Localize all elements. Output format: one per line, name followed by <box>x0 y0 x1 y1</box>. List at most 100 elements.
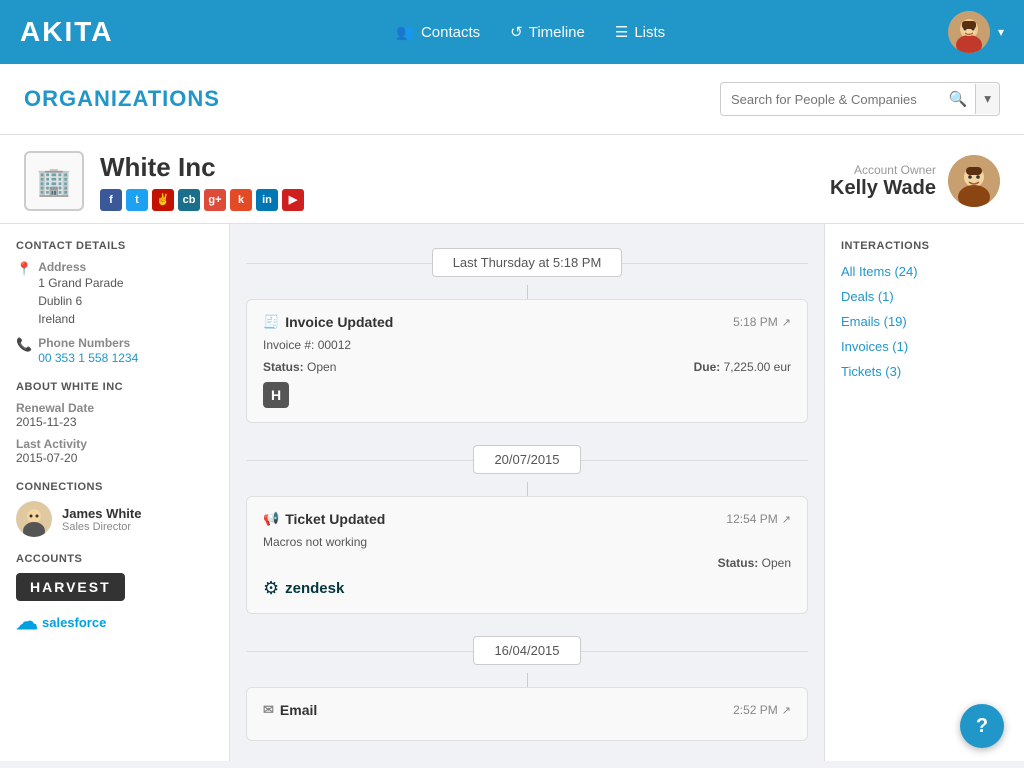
facebook-icon[interactable]: f <box>100 189 122 211</box>
all-items-link[interactable]: All Items (24) <box>841 264 1008 279</box>
timeline-date-2: 20/07/2015 <box>246 445 808 474</box>
nav-links: 👥 Contacts ↺ Timeline ☰ Lists <box>396 23 665 41</box>
googleplus-icon[interactable]: g+ <box>204 189 226 211</box>
invoice-number: Invoice #: 00012 <box>263 338 791 352</box>
interactions-title: INTERACTIONS <box>841 240 1008 252</box>
address-line2: Dublin 6 <box>38 292 123 310</box>
emails-link[interactable]: Emails (19) <box>841 314 1008 329</box>
location-icon: 📍 <box>16 261 32 277</box>
ticket-card-title: 📢 Ticket Updated <box>263 511 385 527</box>
nav-timeline[interactable]: ↺ Timeline <box>510 23 585 41</box>
salesforce-account: ☁ salesforce <box>16 609 213 635</box>
timeline-date-1: Last Thursday at 5:18 PM <box>246 248 808 277</box>
email-icon: ✉ <box>263 702 274 718</box>
ticket-description: Macros not working <box>263 535 791 549</box>
harvest-badge[interactable]: HARVEST <box>16 573 125 601</box>
email-external-link-icon[interactable]: ↗ <box>782 704 791 717</box>
last-activity-label: Last Activity <box>16 437 213 451</box>
invoice-card-header: 🧾 Invoice Updated 5:18 PM ↗ <box>263 314 791 330</box>
connection-avatar <box>16 501 52 537</box>
timeline-area: Last Thursday at 5:18 PM 🧾 Invoice Updat… <box>230 224 824 761</box>
renewal-date-value: 2015-11-23 <box>16 415 213 429</box>
twitter-icon[interactable]: t <box>126 189 148 211</box>
timeline-date-3: 16/04/2015 <box>246 636 808 665</box>
phone-label: Phone Numbers <box>38 336 138 350</box>
harvest-account: HARVEST <box>16 573 213 601</box>
lists-icon: ☰ <box>615 23 628 41</box>
deals-link[interactable]: Deals (1) <box>841 289 1008 304</box>
invoice-card-footer: Status: Open Due: 7,225.00 eur <box>263 360 791 374</box>
youtube-icon[interactable]: ▶ <box>282 189 304 211</box>
renewal-date-label: Renewal Date <box>16 401 213 415</box>
address-line1: 1 Grand Parade <box>38 274 123 292</box>
tickets-link[interactable]: Tickets (3) <box>841 364 1008 379</box>
logo[interactable]: AKITA <box>20 16 113 48</box>
help-button[interactable]: ? <box>960 704 1004 748</box>
connection-title-label: Sales Director <box>62 521 141 533</box>
email-card-time: 2:52 PM ↗ <box>733 703 791 717</box>
account-owner-section: Account Owner Kelly Wade <box>830 155 1000 207</box>
invoice-card-title: 🧾 Invoice Updated <box>263 314 393 330</box>
search-button[interactable]: 🔍 <box>941 83 976 115</box>
user-dropdown-icon[interactable]: ▾ <box>998 25 1004 39</box>
phone-number[interactable]: 00 353 1 558 1234 <box>38 351 138 365</box>
invoice-card-time: 5:18 PM ↗ <box>733 315 791 329</box>
ticket-card-time: 12:54 PM ↗ <box>726 512 791 526</box>
email-card-header: ✉ Email 2:52 PM ↗ <box>263 702 791 718</box>
date-badge-2: 20/07/2015 <box>473 445 580 474</box>
last-activity-row: Last Activity 2015-07-20 <box>16 437 213 465</box>
last-activity-value: 2015-07-20 <box>16 451 213 465</box>
nav-right: ▾ <box>948 11 1004 53</box>
ticket-card-header: 📢 Ticket Updated 12:54 PM ↗ <box>263 511 791 527</box>
company-header: 🏢 White Inc f t ✌ cb g+ k in ▶ Account O… <box>0 135 1024 224</box>
company-info: 🏢 White Inc f t ✌ cb g+ k in ▶ <box>24 151 304 211</box>
search-input[interactable] <box>721 85 941 114</box>
top-navigation: AKITA 👥 Contacts ↺ Timeline ☰ Lists <box>0 0 1024 64</box>
account-owner-name: Kelly Wade <box>830 177 936 200</box>
address-row: 📍 Address 1 Grand Parade Dublin 6 Irelan… <box>16 260 213 328</box>
page-title: ORGANIZATIONS <box>24 86 220 112</box>
ticket-status: Status: Open <box>263 555 791 570</box>
accounts-title: ACCOUNTS <box>16 553 213 565</box>
zendesk-logo: ⚙ zendesk <box>263 578 791 599</box>
salesforce-logo[interactable]: ☁ salesforce <box>16 609 213 635</box>
address-line3: Ireland <box>38 310 123 328</box>
invoices-link[interactable]: Invoices (1) <box>841 339 1008 354</box>
email-card-title: ✉ Email <box>263 702 317 718</box>
nav-contacts[interactable]: 👥 Contacts <box>396 23 480 41</box>
email-card: ✉ Email 2:52 PM ↗ <box>246 687 808 741</box>
nav-lists[interactable]: ☰ Lists <box>615 23 665 41</box>
contacts-icon: 👥 <box>396 23 415 41</box>
invoice-due: Due: 7,225.00 eur <box>694 360 791 374</box>
connections-title: CONNECTIONS <box>16 481 213 493</box>
timeline-connector-1 <box>527 285 528 299</box>
yelp-icon[interactable]: ✌ <box>152 189 174 211</box>
date-badge-1: Last Thursday at 5:18 PM <box>432 248 623 277</box>
company-name: White Inc <box>100 152 304 183</box>
zendesk-icon: ⚙ <box>263 578 279 599</box>
company-icon: 🏢 <box>24 151 84 211</box>
ticket-external-link-icon[interactable]: ↗ <box>782 513 791 526</box>
about-title: ABOUT WHITE INC <box>16 381 213 393</box>
timeline-connector-3 <box>527 673 528 687</box>
address-label: Address <box>38 260 123 274</box>
linkedin-icon[interactable]: in <box>256 189 278 211</box>
invoice-icon: 🧾 <box>263 314 279 330</box>
invoice-status: Status: Open <box>263 360 336 374</box>
content-area: CONTACT DETAILS 📍 Address 1 Grand Parade… <box>0 224 1024 761</box>
renewal-date-row: Renewal Date 2015-11-23 <box>16 401 213 429</box>
connection-name: James White <box>62 506 141 521</box>
date-badge-3: 16/04/2015 <box>473 636 580 665</box>
crunchbase-icon[interactable]: cb <box>178 189 200 211</box>
search-dropdown-button[interactable]: ▾ <box>975 84 999 114</box>
phone-row: 📞 Phone Numbers 00 353 1 558 1234 <box>16 336 213 365</box>
ticket-card: 📢 Ticket Updated 12:54 PM ↗ Macros not w… <box>246 496 808 614</box>
klout-icon[interactable]: k <box>230 189 252 211</box>
user-avatar-top[interactable] <box>948 11 990 53</box>
connection-james-white[interactable]: James White Sales Director <box>16 501 213 537</box>
owner-avatar <box>948 155 1000 207</box>
timeline-icon: ↺ <box>510 23 523 41</box>
external-link-icon[interactable]: ↗ <box>782 316 791 329</box>
timeline-connector-2 <box>527 482 528 496</box>
left-sidebar: CONTACT DETAILS 📍 Address 1 Grand Parade… <box>0 224 230 761</box>
